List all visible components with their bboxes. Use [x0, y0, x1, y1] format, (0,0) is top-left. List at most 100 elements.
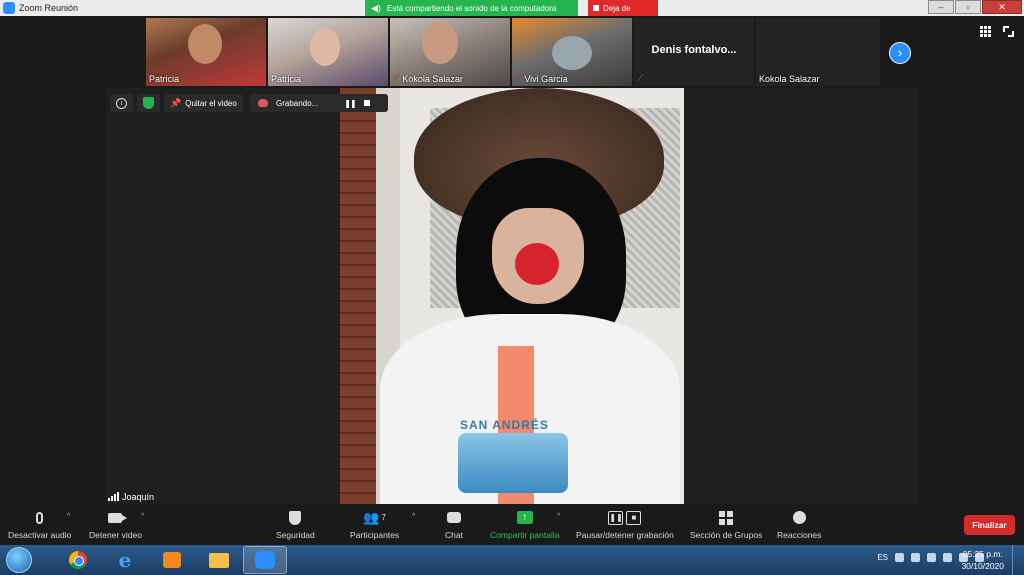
- participant-tile[interactable]: ⟋ Kokola Salazar: [390, 18, 510, 86]
- shirt-text: SAN ANDRÉS: [460, 418, 549, 432]
- chrome-icon: [69, 551, 87, 569]
- security-shield-icon: [289, 510, 302, 525]
- share-sound-banner: ◀) Está compartiendo el sonido de la com…: [365, 0, 578, 16]
- speaker-icon: ◀): [371, 2, 381, 13]
- volume-icon[interactable]: [911, 553, 920, 562]
- fullscreen-icon[interactable]: [1003, 26, 1014, 37]
- participant-thumbnails: Patricia Patricia ⟋ Kokola Salazar ⟋ Vivi …: [146, 18, 880, 86]
- pause-icon[interactable]: ❚❚: [344, 99, 356, 108]
- window-title: Zoom Reunión: [19, 3, 79, 13]
- share-banner-text: Está compartiendo el sonido de la comput…: [386, 3, 557, 13]
- participant-name: Patricia: [271, 74, 302, 84]
- zoom-app-icon: [3, 2, 15, 14]
- end-meeting-button[interactable]: Finalizar: [964, 515, 1015, 535]
- unpin-label: Quitar el video: [185, 98, 237, 108]
- signal-icon[interactable]: [943, 553, 952, 562]
- chat-button[interactable]: Chat: [445, 509, 463, 540]
- video-options-caret-icon[interactable]: ^: [141, 513, 144, 520]
- next-page-button[interactable]: ›: [889, 42, 911, 64]
- windows-taskbar: e ES 05:25 p.m. 30/10/2020: [0, 545, 1024, 575]
- clock-date: 30/10/2020: [961, 561, 1004, 571]
- shirt-print: [458, 433, 568, 493]
- network-icon[interactable]: [927, 553, 936, 562]
- participant-tile[interactable]: Kokola Salazar: [756, 18, 880, 86]
- chat-label: Chat: [445, 530, 463, 540]
- zoom-meeting-window: Zoom Reunión – ▫ ✕ ◀) Está compartiendo …: [0, 0, 1024, 575]
- reactions-button[interactable]: Reacciones: [777, 509, 821, 540]
- participant-name-large: Denis fontalvo...: [651, 44, 737, 56]
- participant-face: [552, 36, 592, 70]
- reactions-label: Reacciones: [777, 530, 822, 540]
- stop-share-button[interactable]: Deja de: [588, 0, 658, 16]
- taskbar-ie[interactable]: e: [103, 546, 147, 574]
- participant-face: [422, 22, 458, 64]
- tray-zoom-icon[interactable]: [895, 553, 904, 562]
- stop-share-label: Deja de: [603, 3, 631, 13]
- participant-name: ⟋ Kokola Salazar: [393, 73, 463, 84]
- stop-icon[interactable]: [363, 100, 370, 106]
- camera-icon: [108, 512, 128, 523]
- show-desktop-button[interactable]: [1012, 545, 1024, 575]
- participants-options-caret-icon[interactable]: ^: [412, 513, 415, 520]
- participant-name: Kokola Salazar: [759, 74, 820, 84]
- participant-tile[interactable]: ⟋ Vivi Garcia: [512, 18, 632, 86]
- close-icon[interactable]: ✕: [982, 0, 1022, 14]
- breakout-rooms-button[interactable]: Sección de Grupos: [690, 509, 762, 540]
- breakout-grid-icon: [719, 510, 734, 525]
- participant-name: Patricia: [149, 74, 180, 84]
- signal-bars-icon: [108, 492, 119, 501]
- language-indicator[interactable]: ES: [877, 553, 888, 562]
- audio-options-caret-icon[interactable]: ^: [67, 513, 70, 520]
- share-label: Compartir pantalla: [490, 530, 560, 540]
- gallery-view-icon[interactable]: [980, 26, 991, 37]
- info-icon: i: [116, 97, 127, 109]
- stop-record-icon: ■: [626, 510, 642, 525]
- participants-label: Participantes: [350, 530, 400, 540]
- video-button[interactable]: Detener video: [89, 509, 142, 540]
- taskbar-chrome[interactable]: [56, 546, 100, 574]
- participant-tile[interactable]: Denis fontalvo... ⟋: [634, 18, 754, 86]
- internet-explorer-icon: e: [118, 548, 132, 572]
- clown-nose: [515, 243, 559, 285]
- taskbar-explorer[interactable]: [197, 546, 241, 574]
- security-button[interactable]: Seguridad: [276, 509, 315, 540]
- active-speaker-label: Joaquín: [108, 492, 154, 502]
- view-controls: [980, 26, 1014, 37]
- participant-tile[interactable]: Patricia: [146, 18, 266, 86]
- chevron-right-icon: ›: [897, 45, 903, 60]
- window-controls: – ▫ ✕: [927, 0, 1022, 14]
- video-label: Detener video: [89, 530, 142, 540]
- cloud-record-icon: [258, 99, 268, 107]
- clock-time: 05:25 p.m.: [962, 549, 1003, 559]
- mic-muted-icon: ⟋: [393, 73, 400, 83]
- maximize-icon[interactable]: ▫: [955, 0, 981, 14]
- share-screen-button[interactable]: ↑ Compartir pantalla: [490, 509, 559, 540]
- encryption-button[interactable]: [137, 94, 160, 112]
- minimize-icon[interactable]: –: [928, 0, 954, 14]
- meeting-info-button[interactable]: i: [110, 94, 133, 112]
- taskbar-zoom[interactable]: [243, 546, 287, 574]
- record-controls-button[interactable]: ❚❚ ■ Pausar/detener grabación: [576, 509, 674, 540]
- participants-count: 7: [381, 513, 386, 522]
- start-button-icon[interactable]: [6, 547, 32, 573]
- security-label: Seguridad: [276, 530, 315, 540]
- recording-label: Grabando...: [276, 98, 319, 108]
- recording-indicator: Grabando... ❚❚: [250, 94, 388, 112]
- mic-muted-icon: ⟋: [637, 73, 644, 83]
- share-options-caret-icon[interactable]: ^: [557, 513, 560, 520]
- taskbar-media-player[interactable]: [150, 546, 194, 574]
- participant-name: ⟋ Vivi Garcia: [515, 73, 568, 84]
- stop-square-icon: [593, 5, 599, 11]
- microphone-icon: [36, 511, 44, 524]
- mic-muted-icon: ⟋: [515, 73, 522, 83]
- participant-tile[interactable]: Patricia: [268, 18, 388, 86]
- breakout-label: Sección de Grupos: [690, 530, 763, 540]
- brick-wall: [340, 88, 376, 504]
- participant-face: [188, 24, 222, 64]
- unpin-video-button[interactable]: 📌 Quitar el video: [164, 94, 243, 112]
- mute-label: Desactivar audio: [8, 530, 72, 540]
- mute-button[interactable]: Desactivar audio: [8, 509, 71, 540]
- system-clock[interactable]: 05:25 p.m. 30/10/2020: [961, 548, 1004, 572]
- participants-button[interactable]: 👥 7 Participantes: [350, 509, 400, 541]
- pin-icon: 📌: [170, 97, 182, 108]
